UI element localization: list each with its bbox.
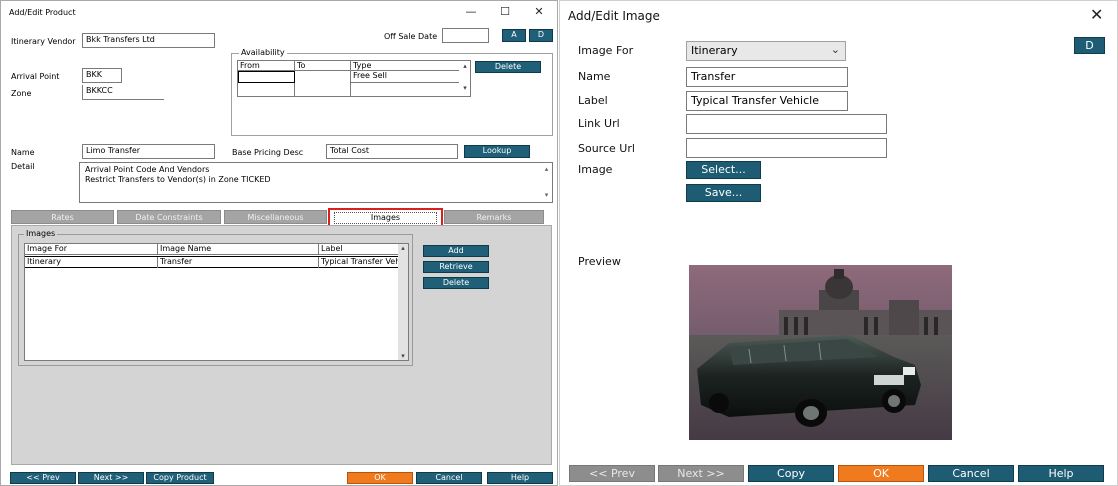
detail-scrollbar[interactable]: ▴ ▾ (542, 163, 551, 202)
name-field[interactable]: Limo Transfer (82, 144, 215, 159)
d-button[interactable]: D (529, 29, 553, 42)
scroll-down-icon[interactable]: ▾ (398, 352, 408, 360)
detail-label: Detail (11, 162, 35, 171)
minimize-icon[interactable]: — (461, 5, 481, 18)
help-button[interactable]: Help (487, 472, 553, 484)
cancel-button[interactable]: Cancel (928, 465, 1014, 482)
add-image-button[interactable]: Add (423, 245, 489, 257)
image-for-cell[interactable]: Itinerary (25, 257, 158, 268)
name-field[interactable]: Transfer (686, 67, 848, 87)
copy-button[interactable]: Copy (748, 465, 834, 482)
tab-miscellaneous[interactable]: Miscellaneous (224, 210, 327, 224)
base-pricing-desc-label: Base Pricing Desc (232, 148, 304, 157)
maximize-icon[interactable]: ☐ (495, 5, 515, 18)
image-for-value: Itinerary (691, 44, 738, 57)
prev-button[interactable]: << Prev (10, 472, 76, 484)
source-url-field[interactable] (686, 138, 887, 158)
availability-legend: Availability (239, 48, 287, 57)
retrieve-image-button[interactable]: Retrieve (423, 261, 489, 273)
tab-images-label: Images (334, 212, 437, 224)
availability-scrollbar[interactable]: ▴ ▾ (460, 61, 470, 96)
add-edit-image-window: Add/Edit Image ✕ D Image For Itinerary ⌄… (559, 0, 1118, 486)
close-icon[interactable]: ✕ (529, 5, 549, 18)
column-header-from[interactable]: From (238, 61, 295, 71)
label-cell[interactable]: Typical Transfer Vehicl (319, 257, 408, 268)
tab-rates[interactable]: Rates (11, 210, 114, 224)
ok-button[interactable]: OK (347, 472, 413, 484)
column-header-to[interactable]: To (295, 61, 351, 71)
prev-button[interactable]: << Prev (569, 465, 655, 482)
images-tab-panel: Images Image For Image Name Label Itiner… (11, 225, 552, 465)
chevron-down-icon[interactable]: ⌄ (831, 43, 840, 56)
limousine-photo (689, 265, 952, 440)
itinerary-vendor-field[interactable]: Bkk Transfers Ltd (82, 33, 215, 48)
close-icon[interactable]: ✕ (1090, 5, 1103, 24)
availability-to-cell[interactable] (295, 71, 351, 96)
detail-textarea[interactable]: Arrival Point Code And Vendors Restrict … (79, 162, 553, 203)
delete-image-button[interactable]: Delete (423, 277, 489, 289)
images-scrollbar[interactable]: ▴ ▾ (398, 244, 408, 360)
image-label: Image (578, 163, 613, 176)
image-name-cell[interactable]: Transfer (158, 257, 319, 268)
image-for-select[interactable]: Itinerary ⌄ (686, 41, 846, 61)
tab-date-constraints[interactable]: Date Constraints (117, 210, 221, 224)
column-header-image-for[interactable]: Image For (25, 244, 158, 255)
source-url-label: Source Url (578, 142, 635, 155)
name-label: Name (11, 148, 35, 157)
lookup-button[interactable]: Lookup (464, 145, 530, 158)
availability-from-cell[interactable] (238, 71, 295, 83)
save-image-button[interactable]: Save... (686, 184, 761, 202)
copy-product-button[interactable]: Copy Product (146, 472, 214, 484)
availability-grid[interactable]: From To Type Free Sell ▴ ▾ (237, 60, 471, 97)
preview-image (689, 265, 952, 440)
image-for-label: Image For (578, 44, 634, 57)
availability-type-cell[interactable]: Free Sell (351, 71, 459, 83)
zone-label: Zone (11, 89, 32, 98)
detail-line-1: Arrival Point Code And Vendors (85, 165, 210, 174)
base-pricing-desc-field[interactable]: Total Cost (326, 144, 458, 159)
add-edit-product-window: Add/Edit Product — ☐ ✕ Itinerary Vendor … (0, 0, 558, 486)
scroll-up-icon[interactable]: ▴ (398, 244, 408, 252)
arrival-point-field[interactable]: BKK (82, 68, 122, 83)
window-title: Add/Edit Image (568, 9, 660, 23)
images-legend: Images (24, 229, 58, 238)
off-sale-date-label: Off Sale Date (384, 32, 438, 41)
label-field[interactable]: Typical Transfer Vehicle (686, 91, 848, 111)
select-image-button[interactable]: Select... (686, 161, 761, 179)
link-url-label: Link Url (578, 117, 620, 130)
column-header-label[interactable]: Label (319, 244, 408, 255)
zone-field[interactable]: BKKCC (82, 85, 164, 100)
preview-label: Preview (578, 255, 621, 268)
tab-remarks[interactable]: Remarks (444, 210, 544, 224)
column-header-type[interactable]: Type (351, 61, 459, 71)
d-button[interactable]: D (1074, 37, 1105, 54)
window-title: Add/Edit Product (9, 8, 76, 17)
column-header-image-name[interactable]: Image Name (158, 244, 319, 255)
next-button[interactable]: Next >> (78, 472, 144, 484)
off-sale-date-field[interactable] (442, 28, 489, 43)
availability-delete-button[interactable]: Delete (475, 61, 541, 73)
a-button[interactable]: A (502, 29, 526, 42)
ok-button[interactable]: OK (838, 465, 924, 482)
name-label: Name (578, 70, 611, 83)
label-label: Label (578, 94, 608, 107)
arrival-point-label: Arrival Point (11, 72, 60, 81)
itinerary-vendor-label: Itinerary Vendor (11, 37, 76, 46)
images-grid[interactable]: Image For Image Name Label Itinerary Tra… (24, 243, 409, 361)
next-button[interactable]: Next >> (658, 465, 744, 482)
table-row[interactable]: Itinerary Transfer Typical Transfer Vehi… (25, 256, 408, 268)
detail-line-2: Restrict Transfers to Vendor(s) in Zone … (85, 175, 271, 184)
availability-from-cell-2[interactable] (238, 83, 295, 96)
link-url-field[interactable] (686, 114, 887, 134)
cancel-button[interactable]: Cancel (416, 472, 482, 484)
help-button[interactable]: Help (1018, 465, 1104, 482)
